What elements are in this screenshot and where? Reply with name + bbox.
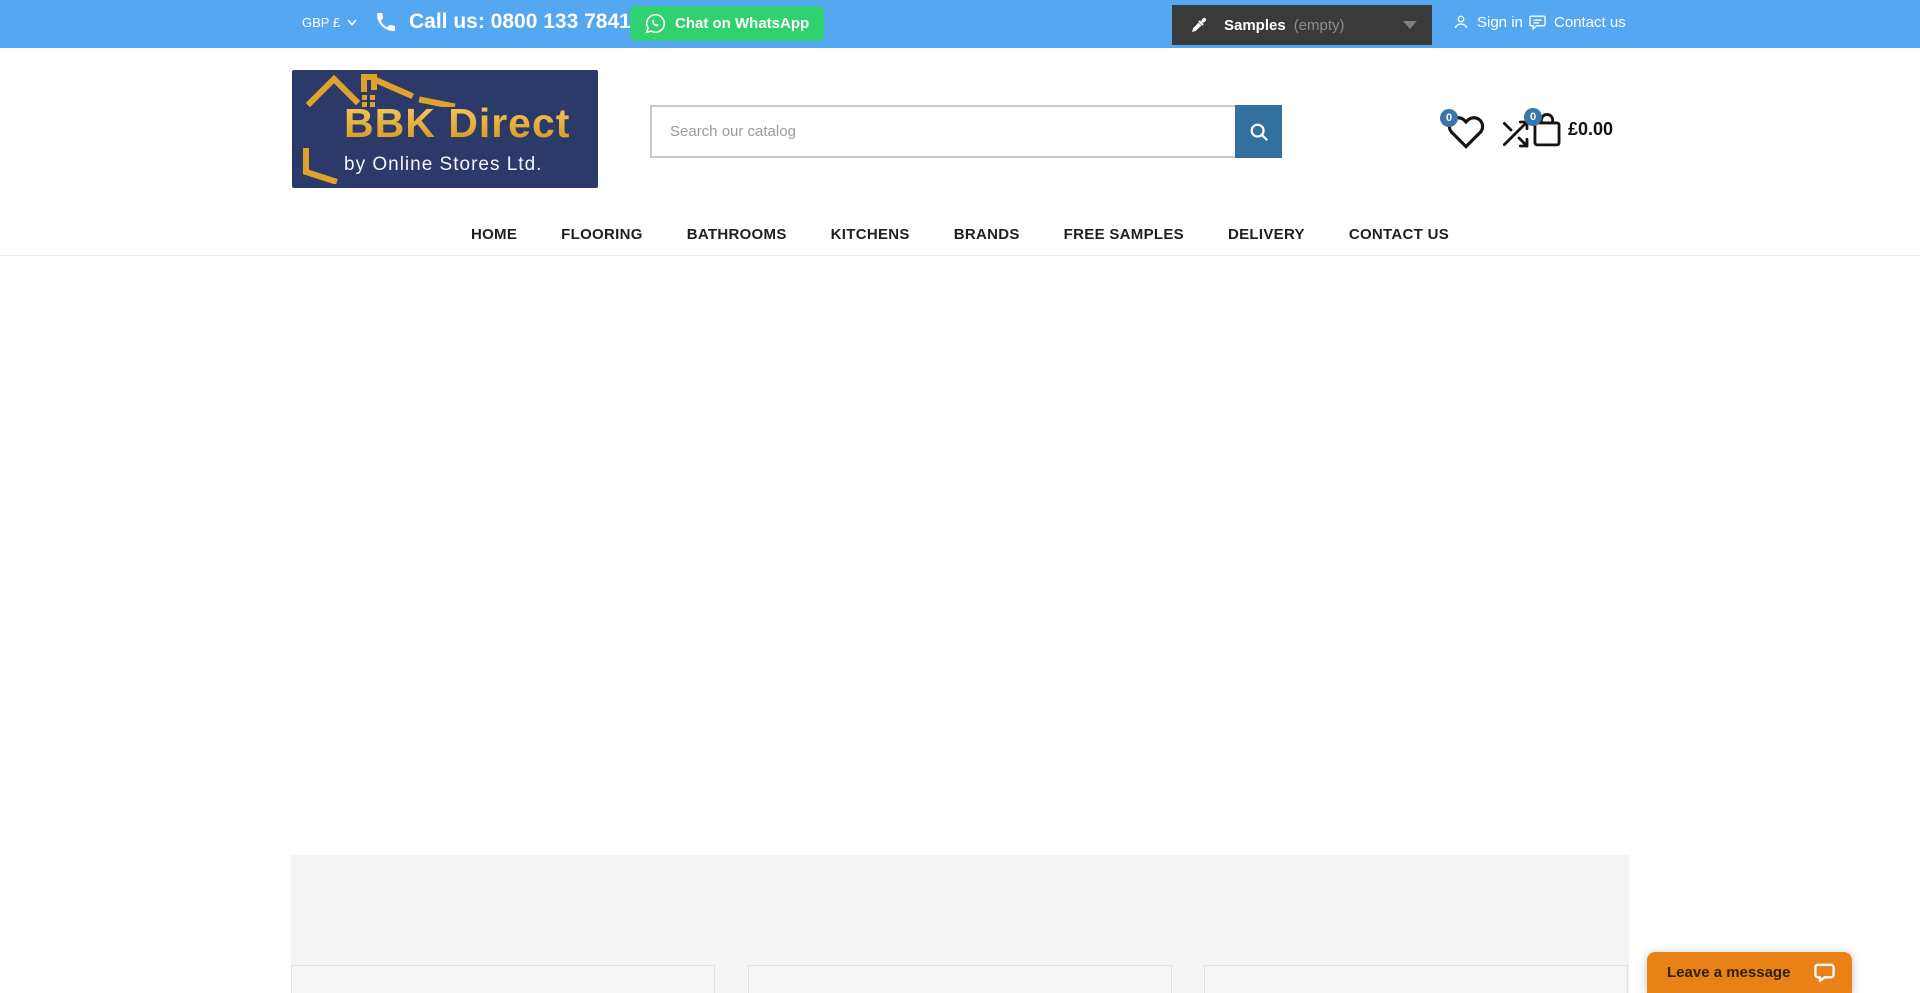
search-icon (1248, 121, 1270, 143)
search-button[interactable] (1235, 105, 1282, 158)
hero-slider-region (0, 256, 1920, 855)
user-icon (1452, 13, 1470, 31)
nav-item-home[interactable]: HOME (471, 226, 517, 243)
whatsapp-label: Chat on WhatsApp (675, 15, 809, 32)
wishlist-count-badge: 0 (1440, 109, 1458, 127)
call-us-link[interactable]: Call us: 0800 133 7841 (374, 0, 631, 44)
currency-selector[interactable]: GBP £ (302, 0, 357, 44)
whatsapp-button[interactable]: Chat on WhatsApp (630, 6, 824, 41)
logo[interactable]: BBK Direct by Online Stores Ltd. (292, 70, 598, 188)
samples-dropdown[interactable]: Samples (empty) (1172, 5, 1432, 45)
samples-status: (empty) (1294, 17, 1345, 34)
nav-item-flooring[interactable]: FLOORING (561, 226, 643, 243)
call-us-label: Call us: 0800 133 7841 (409, 10, 631, 34)
cart-total[interactable]: £0.00 (1568, 116, 1613, 142)
cart-count-badge: 0 (1524, 108, 1542, 126)
logo-subtitle: by Online Stores Ltd. (344, 154, 542, 176)
search-form (650, 105, 1282, 158)
nav-item-kitchens[interactable]: KITCHENS (831, 226, 910, 243)
featured-section (291, 855, 1629, 993)
logo-title: BBK Direct (344, 100, 570, 147)
sign-in-link[interactable]: Sign in (1452, 0, 1523, 44)
placeholder-card (1204, 965, 1628, 993)
samples-label: Samples (1224, 17, 1286, 34)
currency-label: GBP £ (302, 15, 340, 30)
chevron-down-icon (347, 19, 357, 26)
nav-item-bathrooms[interactable]: BATHROOMS (687, 226, 787, 243)
eyedropper-icon (1187, 14, 1210, 37)
chat-bubble-icon (1528, 13, 1547, 32)
placeholder-card (291, 965, 715, 993)
phone-icon (374, 10, 398, 34)
contact-us-link[interactable]: Contact us (1528, 0, 1626, 44)
page: GBP £ Call us: 0800 133 7841 Chat on Wha… (0, 0, 1920, 993)
chat-widget-icon (1813, 961, 1836, 984)
nav-item-delivery[interactable]: DELIVERY (1228, 226, 1305, 243)
topbar: GBP £ Call us: 0800 133 7841 Chat on Wha… (0, 0, 1920, 48)
sign-in-label: Sign in (1477, 14, 1523, 31)
contact-us-label: Contact us (1554, 14, 1626, 31)
wishlist-button[interactable]: 0 (1447, 113, 1487, 153)
cart-button[interactable]: 0 (1530, 110, 1564, 150)
nav-item-free-samples[interactable]: FREE SAMPLES (1064, 226, 1184, 243)
main-nav: HOME FLOORING BATHROOMS KITCHENS BRANDS … (0, 213, 1920, 256)
header: BBK Direct by Online Stores Ltd. 0 0 £0.… (0, 48, 1920, 213)
logo-wall-icon (302, 148, 340, 184)
search-input[interactable] (650, 105, 1235, 158)
placeholder-card (748, 965, 1172, 993)
nav-item-brands[interactable]: BRANDS (954, 226, 1020, 243)
caret-down-icon (1403, 21, 1417, 29)
whatsapp-icon (645, 13, 666, 34)
nav-item-contact-us[interactable]: CONTACT US (1349, 226, 1449, 243)
chat-widget-label: Leave a message (1667, 964, 1790, 981)
chat-widget[interactable]: Leave a message (1647, 952, 1852, 993)
